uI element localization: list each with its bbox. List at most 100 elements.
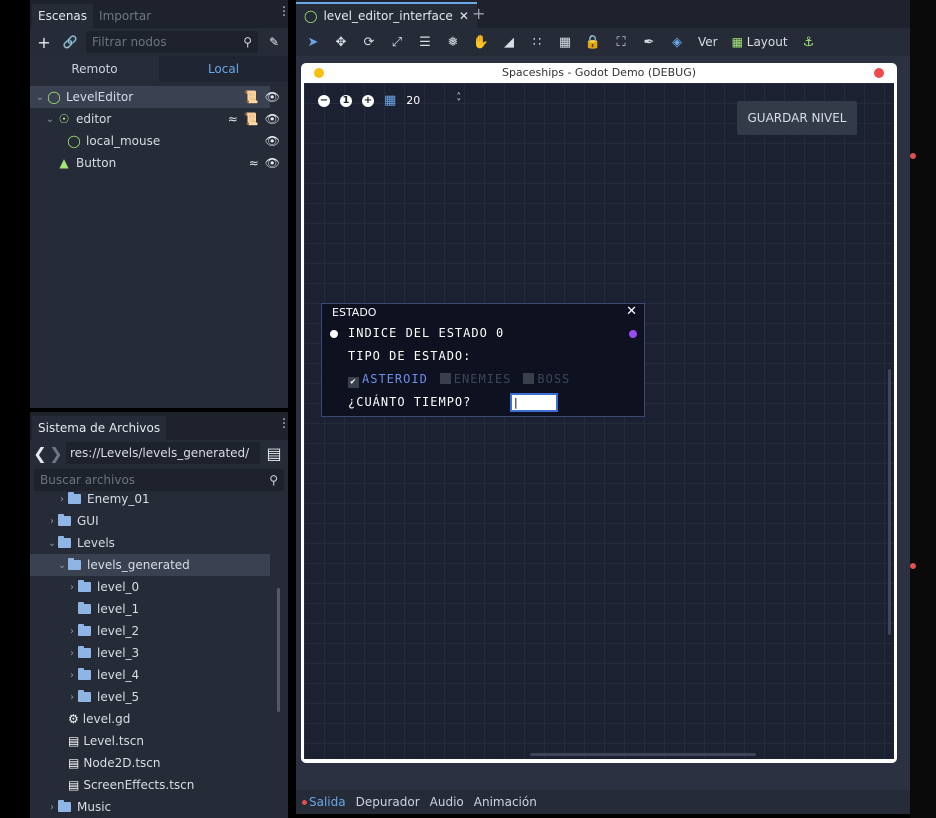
expand-arrow-icon[interactable]: › [66,692,78,703]
expand-arrow-icon[interactable]: › [66,648,78,659]
tab-audio[interactable]: Audio [430,795,464,809]
file-item[interactable]: ▤ Node2D.tscn [30,752,288,774]
filter-nodes-input[interactable]: Filtrar nodos ⚲ [86,31,258,53]
select-tool-icon[interactable]: ➤ [302,31,324,53]
canvas-hscrollbar[interactable] [530,753,756,756]
canvas-vscrollbar[interactable] [888,369,891,635]
script-remove-icon[interactable]: ✎ [264,32,284,52]
save-level-button[interactable]: GUARDAR NIVEL [737,101,857,135]
time-input[interactable]: | [510,393,558,412]
dock-menu-icon[interactable]: · · · [280,413,288,435]
collapse-arrow-icon[interactable]: ⌄ [44,114,56,125]
zoom-out-icon[interactable]: − [318,94,330,107]
layout-menu[interactable]: ▦ Layout [728,35,792,49]
pan-tool-icon[interactable]: ✋ [470,31,492,53]
ruler-tool-icon[interactable]: ◢ [498,31,520,53]
tab-escenas[interactable]: Escenas [32,4,94,28]
tab-output[interactable]: Salida [302,795,346,809]
zoom-reset-icon[interactable]: 1 [340,94,352,107]
move-tool-icon[interactable]: ✥ [330,31,352,53]
file-list-scrollbar[interactable] [277,588,280,712]
option-boss[interactable]: BOSS [523,372,570,388]
script-icon[interactable]: 📜 [244,90,259,104]
grid-snap-icon[interactable]: ▦ [554,31,576,53]
signal-icon[interactable]: ≈ [228,112,238,126]
file-item[interactable]: › level_3 [30,642,288,664]
group-icon[interactable]: ⛶ [610,31,632,53]
zoom-value[interactable]: 20 [406,94,420,107]
list-select-icon[interactable]: ☰ [414,31,436,53]
tree-node-button[interactable]: ▲ Button ≈ 👁 [30,152,288,174]
close-icon[interactable]: ✕ [459,9,469,23]
tree-node-leveleditor[interactable]: ⌄ ◯ LevelEditor 📜 👁 [30,86,280,108]
tree-node-local-mouse[interactable]: ◯ local_mouse 👁 [30,130,288,152]
checkbox-icon[interactable] [439,373,451,384]
anchor-icon[interactable]: ⚓ [798,31,820,53]
file-item[interactable]: ▤ ScreenEffects.tscn [30,774,288,796]
dock-menu-icon[interactable]: · · · [280,1,288,23]
tree-node-editor[interactable]: ⌄ ☉ editor ≈ 📜 👁 [30,108,288,130]
spinner-arrows-icon[interactable]: ˄ ˅ [456,92,461,108]
collapse-arrow-icon[interactable]: ⌄ [56,560,68,571]
snap-icon[interactable]: ∷ [526,31,548,53]
view-menu[interactable]: Ver [694,35,722,49]
close-window-button[interactable] [874,68,884,78]
rotate-tool-icon[interactable]: ⟳ [358,31,380,53]
file-item-label: Levels [77,536,115,550]
expand-arrow-icon[interactable]: › [46,802,58,813]
tab-importar[interactable]: Importar [93,4,157,28]
file-item[interactable]: ⌄ Levels [30,532,288,554]
collapse-arrow-icon[interactable]: ⌄ [34,92,46,103]
tab-level-editor-interface[interactable]: ◯ level_editor_interface ✕ [296,2,477,28]
collapse-arrow-icon[interactable]: ⌄ [46,538,58,549]
tab-debugger[interactable]: Depurador [356,795,420,809]
pivot-tool-icon[interactable]: ❅ [442,31,464,53]
checkbox-icon[interactable] [523,373,535,384]
scale-tool-icon[interactable]: ⤢ [386,31,408,53]
local-button[interactable]: Local [159,56,288,82]
game-canvas[interactable]: − 1 + ▦ 20 ˄ ˅ GUARDAR NIVEL ESTADO ✕ IND… [304,83,894,759]
back-arrow-icon[interactable]: ❮ [33,443,46,463]
option-enemies[interactable]: ENEMIES [439,372,512,388]
add-tab-icon[interactable]: + [472,4,485,23]
expand-arrow-icon[interactable]: › [66,582,78,593]
visibility-eye-icon[interactable]: 👁 [265,156,280,170]
checkbox-checked-icon[interactable]: ✔ [348,377,359,388]
file-item[interactable]: ⌄ levels_generated [30,554,270,576]
visibility-eye-icon[interactable]: 👁 [265,90,280,104]
file-item[interactable]: ▤ Level.tscn [30,730,288,752]
file-item[interactable]: level_1 [30,598,288,620]
file-item[interactable]: › Music [30,796,288,818]
file-item[interactable]: › level_0 [30,576,288,598]
path-field[interactable]: res://Levels/levels_generated/ [66,442,260,464]
script-icon[interactable]: 📜 [244,112,259,126]
forward-arrow-icon[interactable]: ❯ [49,443,62,463]
tab-animation[interactable]: Animación [474,795,537,809]
file-item[interactable]: › Enemy_01 [30,488,288,510]
expand-arrow-icon[interactable]: › [66,670,78,681]
split-view-icon[interactable]: ▤ [264,443,284,463]
remote-button[interactable]: Remoto [30,56,159,82]
visibility-eye-icon[interactable]: 👁 [265,112,280,126]
lock-icon[interactable]: 🔒 [582,31,604,53]
file-item[interactable]: › level_5 [30,686,288,708]
option-asteroid[interactable]: ✔ ASTEROID [348,372,428,388]
search-files-input[interactable]: Buscar archivos ⚲ [34,469,284,491]
file-item[interactable]: › GUI [30,510,288,532]
grid-icon[interactable]: ▦ [384,93,396,108]
link-icon[interactable]: 🔗 [60,32,80,52]
file-item[interactable]: › level_4 [30,664,288,686]
camera-override-icon[interactable]: ◈ [666,31,688,53]
tab-filesystem[interactable]: Sistema de Archivos [32,416,167,440]
file-item[interactable]: › level_2 [30,620,288,642]
file-item[interactable]: ⚙ level.gd [30,708,288,730]
close-icon[interactable]: ✕ [626,304,637,319]
signal-icon[interactable]: ≈ [249,156,259,170]
zoom-in-icon[interactable]: + [362,94,374,107]
expand-arrow-icon[interactable]: › [46,516,58,527]
visibility-eye-icon[interactable]: 👁 [265,134,280,148]
expand-arrow-icon[interactable]: › [56,494,68,505]
expand-arrow-icon[interactable]: › [66,626,78,637]
add-node-icon[interactable]: + [34,32,54,52]
bone-icon[interactable]: ✒ [638,31,660,53]
